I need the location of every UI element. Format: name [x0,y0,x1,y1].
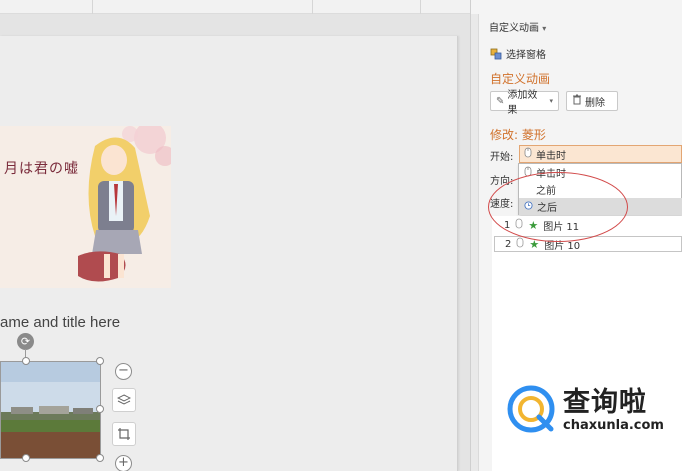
selection-pane-label: 选择窗格 [506,50,546,61]
toolbar-divider [92,0,93,14]
direction-label: 方向: [490,176,514,187]
watermark: 查询啦 chaxunla.com [507,385,664,435]
watermark-en-text: chaxunla.com [563,417,664,433]
list-item-index: 2 [505,238,512,250]
mouse-icon [524,147,532,161]
crop-icon[interactable] [112,422,136,446]
start-label: 开始: [490,152,514,163]
list-item-name: 图片 11 [543,221,580,233]
slide[interactable]: 月は君の嘘 ame and title here ⟳ − + [0,36,458,471]
landscape-photo [1,362,100,458]
start-dropdown-menu: 单击时 之前 之后 [518,163,682,215]
speed-label: 速度: [490,199,514,210]
section-heading: 自定义动画 [490,72,551,86]
add-effect-label: 添加效果 [507,90,538,116]
resize-handle[interactable] [96,357,104,365]
modify-heading: 修改: 菱形 [490,128,546,142]
pencil-icon: ✎ [496,95,505,107]
toolbar-divider [312,0,313,14]
dropdown-option-label: 之前 [536,186,556,197]
selection-pane-icon [490,48,502,60]
resize-handle[interactable] [96,454,104,462]
chevron-down-icon: ▾ [542,24,547,33]
list-item-index: 1 [504,219,511,231]
dropdown-option-label: 之后 [537,203,557,214]
mouse-icon [524,166,532,180]
rotate-handle-icon[interactable]: ⟳ [17,333,34,350]
chevron-down-icon: ▾ [549,97,553,105]
slide-title-text[interactable]: ame and title here [0,314,120,331]
anime-image[interactable]: 月は君の嘘 [0,126,171,288]
anime-caption-text: 月は君の嘘 [4,161,79,177]
start-select-value: 单击时 [536,150,566,162]
effect-star-icon: ★ [529,237,540,251]
resize-handle[interactable] [96,405,104,413]
mouse-icon [516,237,524,251]
landscape-image[interactable] [0,361,101,459]
dropdown-option-label: 单击时 [536,169,566,180]
trash-icon [572,94,582,108]
panel-title[interactable]: 自定义动画 ▾ [489,19,546,34]
add-effect-button[interactable]: ✎ 添加效果 ▾ [490,90,559,116]
toolbar-divider [420,0,421,14]
watermark-logo-icon [507,385,555,433]
clock-icon [524,200,533,213]
dropdown-option-with-previous[interactable]: 之前 [519,181,682,198]
selection-pane-button[interactable]: 选择窗格 [490,46,546,61]
watermark-cn-text: 查询啦 [563,386,647,418]
panel-divider-strip [471,14,479,471]
anime-illustration [0,126,171,288]
panel-title-label: 自定义动画 [489,23,539,34]
effect-star-icon: ★ [528,218,539,232]
animation-list-item[interactable]: 1 ★ 图片 11 [494,217,682,233]
delete-button[interactable]: 删除 [566,91,618,111]
animation-list-item[interactable]: 2 ★ 图片 10 [494,236,682,252]
resize-handle[interactable] [22,454,30,462]
zoom-in-icon[interactable]: + [115,455,132,471]
zoom-out-icon[interactable]: − [115,363,132,380]
resize-handle[interactable] [22,357,30,365]
start-select[interactable]: 单击时 [519,145,682,163]
dropdown-option-after-previous[interactable]: 之后 [519,198,682,215]
dropdown-option-on-click[interactable]: 单击时 [519,164,682,181]
mouse-icon [515,218,523,232]
layers-icon[interactable] [112,388,136,412]
delete-label: 删除 [585,97,605,109]
list-item-name: 图片 10 [544,240,581,252]
